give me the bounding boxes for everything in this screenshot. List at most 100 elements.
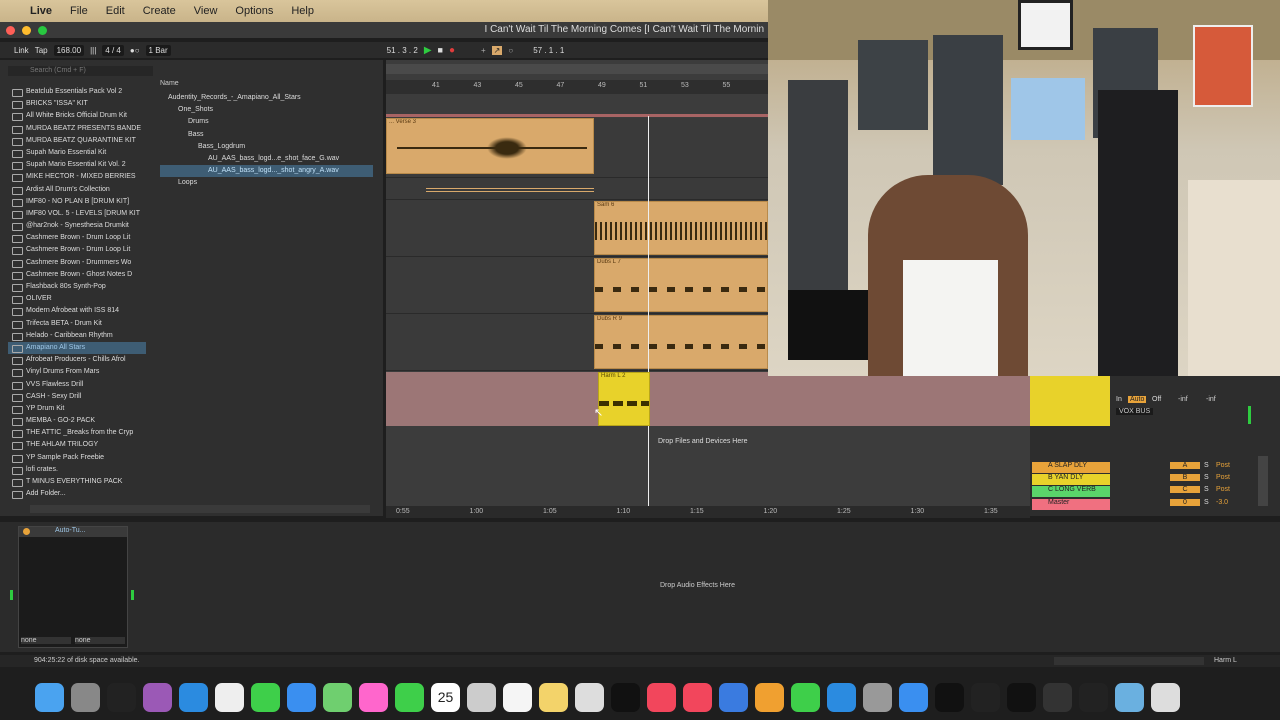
maps-icon[interactable] (323, 682, 352, 712)
trash-icon[interactable] (1151, 682, 1180, 712)
clip-dubs-r-9[interactable]: Dubs R 9 (594, 315, 768, 369)
launchpad-icon[interactable] (71, 682, 100, 712)
menu-help[interactable]: Help (291, 5, 314, 17)
metronome-icon[interactable]: ||| (90, 46, 96, 55)
post-button[interactable]: -3.0 (1216, 499, 1228, 506)
browser-tree-item[interactable]: AU_AAS_bass_logd..._shot_angry_A.wav (160, 165, 373, 178)
browser-tree-item[interactable]: One_Shots (160, 104, 373, 116)
track-lane-harm-l[interactable]: Harm L 2 ↖ (386, 372, 1030, 426)
auto-tune-device[interactable]: Auto-Tu... none none (18, 526, 128, 648)
stop-icon[interactable]: ■ (438, 45, 443, 55)
output-select[interactable]: VOX BUS (1116, 408, 1154, 415)
track-lane-empty[interactable] (386, 178, 768, 200)
return-track-name[interactable]: Master (1032, 498, 1110, 510)
quantize-select[interactable]: 1 Bar (145, 44, 171, 56)
link-button[interactable]: Link (14, 46, 29, 55)
tap-button[interactable]: Tap (35, 46, 48, 55)
browser-place-item[interactable]: MEMBA - GO-2 PACK (8, 415, 146, 427)
return-send-letter[interactable]: C (1170, 486, 1200, 494)
minimize-window-button[interactable] (22, 26, 31, 35)
post-button[interactable]: Post (1216, 462, 1230, 469)
browser-place-item[interactable]: CASH - Sexy Drill (8, 391, 146, 403)
app-store-icon[interactable] (827, 682, 856, 712)
clip-sam-6[interactable]: Sam 6 (594, 201, 768, 255)
menu-edit[interactable]: Edit (106, 5, 125, 17)
browser-place-item[interactable]: Cashmere Brown - Drummers Wo (8, 257, 146, 269)
browser-place-item[interactable]: Trifecta BETA - Drum Kit (8, 318, 146, 330)
browser-place-item[interactable]: THE ATTIC _Breaks from the Cryp (8, 427, 146, 439)
freeform-icon[interactable] (575, 682, 604, 712)
ableton-alt-icon[interactable] (1043, 682, 1072, 712)
record-icon[interactable]: ● (449, 45, 455, 56)
pages-icon[interactable] (755, 682, 784, 712)
tempo-field[interactable]: 168.00 (53, 44, 85, 56)
ableton-live-icon[interactable] (107, 682, 136, 712)
return-track-row[interactable]: B YAN DLY B S Post (1030, 474, 1250, 486)
capcut-icon[interactable] (1007, 682, 1036, 712)
tv-icon[interactable] (611, 682, 640, 712)
volume-readout[interactable]: -inf (1178, 396, 1188, 403)
browser-place-item[interactable]: YP Sample Pack Freebie (8, 452, 146, 464)
solo-button[interactable]: S (1204, 486, 1209, 493)
chrome-icon[interactable] (215, 682, 244, 712)
messages-icon[interactable] (251, 682, 280, 712)
browser-place-item[interactable]: @har2nok - Synesthesia Drumkit (8, 220, 146, 232)
menu-app-name[interactable]: Live (30, 5, 52, 17)
solo-button[interactable]: S (1204, 462, 1209, 469)
monitor-in-button[interactable]: In (1116, 396, 1122, 403)
browser-tree-item[interactable]: Bass (160, 129, 373, 141)
return-send-letter[interactable]: B (1170, 474, 1200, 482)
return-track-name[interactable]: A SLAP DLY (1032, 462, 1110, 473)
browser-tree-item[interactable]: Drums (160, 116, 373, 128)
browser-place-item[interactable]: Amapiano All Stars (8, 341, 146, 355)
browser-place-item[interactable]: Helado - Caribbean Rhythm (8, 330, 146, 342)
clip-harm-l-2[interactable]: Harm L 2 (598, 372, 650, 426)
play-icon[interactable]: ▶ (424, 45, 432, 56)
browser-place-item[interactable]: Supah Mario Essential Kit (8, 147, 146, 159)
browser-place-item[interactable]: Beatclub Essentials Pack Vol 2 (8, 86, 146, 98)
news-icon[interactable] (683, 682, 712, 712)
track-lane-dubs-r[interactable]: Dubs R 9 (386, 314, 768, 371)
track-lane-verse[interactable]: ... Verse 3 (386, 118, 768, 178)
return-send-letter[interactable]: A (1170, 462, 1200, 469)
browser-place-item[interactable]: Supah Mario Essential Kit Vol. 2 (8, 159, 146, 171)
clip-verse-3[interactable]: ... Verse 3 (386, 118, 594, 174)
browser-search-input[interactable]: Search (Cmd + F) (8, 66, 153, 76)
browser-place-item[interactable]: lofi crates. (8, 464, 146, 476)
loop-icon[interactable]: ○ (508, 46, 513, 55)
xcode-icon[interactable] (899, 682, 928, 712)
device-power-icon[interactable] (23, 528, 30, 535)
track-lane-dubs-l[interactable]: Dubs L 7 (386, 257, 768, 314)
davinci-icon[interactable] (971, 682, 1000, 712)
monitor-off-button[interactable]: Off (1152, 396, 1161, 403)
post-button[interactable]: Post (1216, 486, 1230, 493)
browser-place-item[interactable]: Flashback 80s Synth-Pop (8, 281, 146, 293)
track-lane-sam[interactable]: Sam 6 (386, 200, 768, 257)
browser-place-item[interactable]: BRICKS "ISSA" KIT (8, 98, 146, 110)
close-window-button[interactable] (6, 26, 15, 35)
calendar-icon[interactable]: 25 (431, 682, 460, 712)
menu-file[interactable]: File (70, 5, 88, 17)
browser-place-item[interactable]: All White Bricks Official Drum Kit (8, 110, 146, 122)
reminders-icon[interactable] (503, 682, 532, 712)
time-signature-field[interactable]: 4 / 4 (102, 44, 124, 56)
browser-place-item[interactable]: MIKE HECTOR - MIXED BERRIES (8, 171, 146, 183)
midi-from-select[interactable]: none (21, 637, 71, 644)
drop-zone[interactable]: Drop Files and Devices Here (386, 426, 1030, 512)
photos-icon[interactable] (359, 682, 388, 712)
browser-tree-item[interactable]: AU_AAS_bass_logd...e_shot_face_G.wav (160, 153, 373, 165)
overview-bar[interactable] (386, 64, 768, 74)
status-scroll[interactable] (1054, 657, 1204, 665)
clip-strip[interactable] (426, 188, 594, 194)
chatgpt-icon[interactable] (935, 682, 964, 712)
browser-place-item[interactable]: T MINUS EVERYTHING PACK (8, 476, 146, 488)
solo-button[interactable]: S (1204, 499, 1209, 506)
solo-button[interactable]: S (1204, 474, 1209, 481)
browser-place-item[interactable]: MURDA BEATZ PRESENTS BANDE (8, 123, 146, 135)
finder-icon[interactable] (35, 682, 64, 712)
system-settings-icon[interactable] (863, 682, 892, 712)
safari-icon[interactable] (179, 682, 208, 712)
return-track-name[interactable]: B YAN DLY (1032, 474, 1110, 486)
keynote-icon[interactable] (719, 682, 748, 712)
menu-view[interactable]: View (194, 5, 218, 17)
